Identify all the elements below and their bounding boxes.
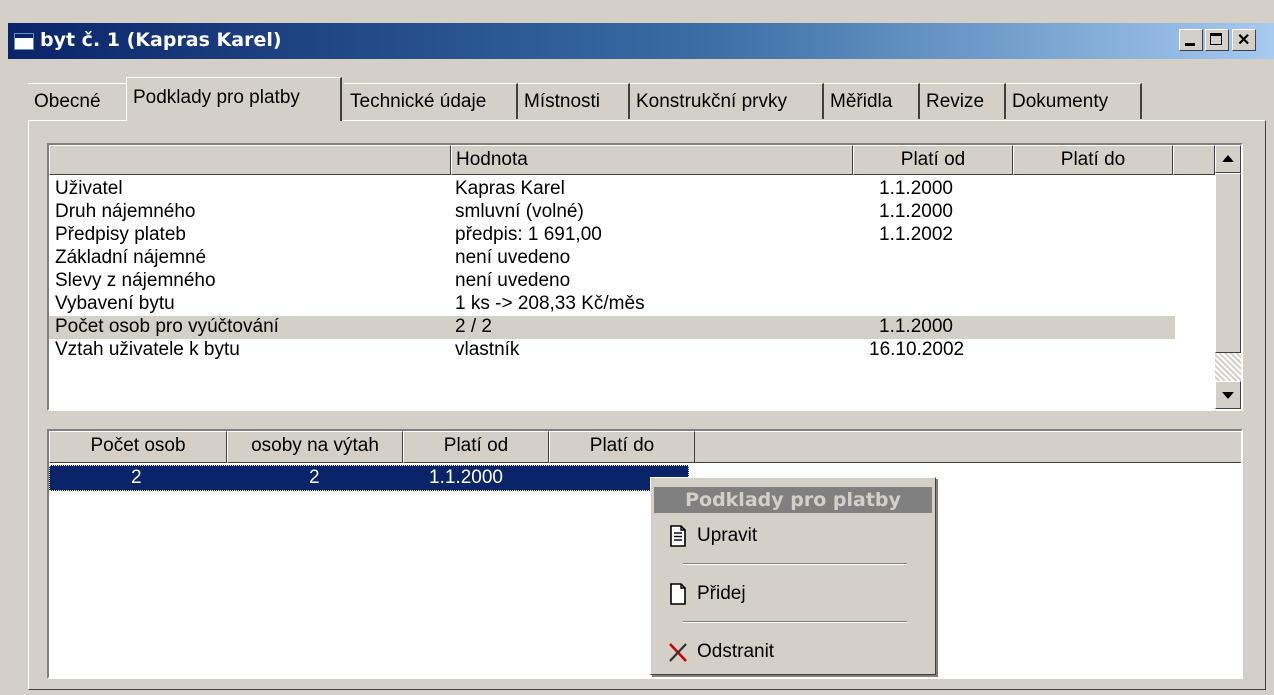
delete-x-icon — [669, 643, 687, 662]
minimize-button[interactable] — [1179, 29, 1203, 51]
cell-from: 1.1.2000 — [879, 178, 953, 199]
cell-value: není uvedeno — [455, 247, 571, 268]
cell-name: Základní nájemné — [55, 247, 207, 268]
cell-from: 1.1.2000 — [879, 316, 953, 337]
column-header-filler — [1173, 145, 1215, 175]
cell-value: předpis: 1 691,00 — [455, 224, 602, 245]
table-row-selected[interactable]: Počet osob pro vyúčtování 2 / 2 1.1.2000 — [49, 316, 1175, 339]
table-row[interactable]: Uživatel Kapras Karel 1.1.2000 — [49, 178, 1175, 201]
title-bar[interactable]: byt č. 1 (Kapras Karel) — [8, 23, 1274, 59]
column-header-plati-od[interactable]: Platí od — [403, 431, 549, 463]
cell-name: Vybavení bytu — [55, 293, 175, 314]
column-header-plati-do[interactable]: Platí do — [1013, 145, 1173, 175]
vertical-scrollbar[interactable] — [1215, 145, 1241, 409]
app-window: byt č. 1 (Kapras Karel) Obecné Podklady … — [0, 0, 1274, 695]
cell-name: Slevy z nájemného — [55, 270, 216, 291]
table-row[interactable]: Základní nájemné není uvedeno — [49, 247, 1175, 270]
edit-document-icon — [670, 525, 686, 547]
cell-persons: 2 — [131, 467, 142, 488]
menu-item-upravit[interactable]: Upravit — [665, 522, 915, 552]
cell-value: 1 ks -> 208,33 Kč/měs — [455, 293, 645, 314]
scroll-down-button[interactable] — [1215, 381, 1241, 409]
tab-meridla[interactable]: Měřidla — [824, 83, 920, 119]
table-row[interactable]: Druh nájemného smluvní (volné) 1.1.2000 — [49, 201, 1175, 224]
column-header-name[interactable] — [49, 145, 451, 175]
menu-item-label: Odstranit — [697, 641, 775, 662]
scroll-up-button[interactable] — [1215, 145, 1241, 173]
context-menu-title: Podklady pro platby — [654, 487, 932, 513]
tab-konstrukcni-prvky[interactable]: Konstrukční prvky — [630, 83, 824, 119]
column-header-plati-do[interactable]: Platí do — [549, 431, 695, 463]
cell-value: 2 / 2 — [455, 316, 492, 337]
cell-from: 16.10.2002 — [869, 339, 965, 360]
menu-item-odstranit[interactable]: Odstranit — [665, 638, 915, 668]
menu-separator — [683, 621, 907, 623]
cell-from: 1.1.2002 — [879, 224, 953, 245]
column-header-plati-od[interactable]: Platí od — [853, 145, 1013, 175]
new-document-icon — [670, 583, 686, 605]
menu-item-pridej[interactable]: Přidej — [665, 580, 915, 610]
tab-revize[interactable]: Revize — [920, 83, 1006, 119]
table-row[interactable]: Vybavení bytu 1 ks -> 208,33 Kč/měs — [49, 293, 1175, 316]
cell-value: vlastník — [455, 339, 520, 360]
tab-podklady-pro-platby[interactable]: Podklady pro platby — [126, 77, 342, 121]
cell-elevator: 2 — [309, 467, 320, 488]
table-row[interactable]: Předpisy plateb předpis: 1 691,00 1.1.20… — [49, 224, 1175, 247]
cell-name: Počet osob pro vyúčtování — [55, 316, 279, 337]
context-menu: Podklady pro platby Upravit Přidej Odstr… — [650, 477, 936, 675]
menu-separator — [683, 563, 907, 565]
cell-value: smluvní (volné) — [455, 201, 584, 222]
close-button[interactable] — [1232, 29, 1256, 51]
tab-dokumenty[interactable]: Dokumenty — [1006, 83, 1142, 119]
header-filler — [695, 431, 1241, 463]
persons-grid[interactable]: Počet osob osoby na výtah Platí od Platí… — [47, 429, 1243, 679]
window-icon — [14, 33, 34, 50]
tab-obecne[interactable]: Obecné — [28, 83, 128, 119]
cell-name: Druh nájemného — [55, 201, 196, 222]
cell-name: Uživatel — [55, 178, 123, 199]
cell-name: Vztah uživatele k bytu — [55, 339, 240, 360]
column-header-hodnota[interactable]: Hodnota — [451, 145, 853, 175]
cell-name: Předpisy plateb — [55, 224, 186, 245]
properties-grid[interactable]: Hodnota Platí od Platí do Uživatel Kapra… — [47, 143, 1243, 411]
cell-value: není uvedeno — [455, 270, 571, 291]
table-row[interactable]: Vztah uživatele k bytu vlastník 16.10.20… — [49, 339, 1175, 362]
menu-item-label: Upravit — [697, 525, 758, 546]
cell-from: 1.1.2000 — [429, 467, 503, 488]
menu-item-label: Přidej — [697, 583, 746, 604]
tab-mistnosti[interactable]: Místnosti — [518, 83, 630, 119]
cell-from: 1.1.2000 — [879, 201, 953, 222]
table-row[interactable]: Slevy z nájemného není uvedeno — [49, 270, 1175, 293]
cell-value: Kapras Karel — [455, 178, 565, 199]
column-header-pocet-osob[interactable]: Počet osob — [49, 431, 227, 463]
maximize-button[interactable] — [1205, 29, 1229, 51]
scroll-thumb[interactable] — [1215, 173, 1241, 353]
window-title: byt č. 1 (Kapras Karel) — [40, 29, 282, 51]
table-row-selected[interactable]: 2 2 1.1.2000 — [49, 465, 689, 491]
column-header-osoby-na-vytah[interactable]: osoby na výtah — [227, 431, 403, 463]
tab-technicke-udaje[interactable]: Technické údaje — [344, 83, 518, 119]
scroll-track[interactable] — [1215, 353, 1241, 381]
